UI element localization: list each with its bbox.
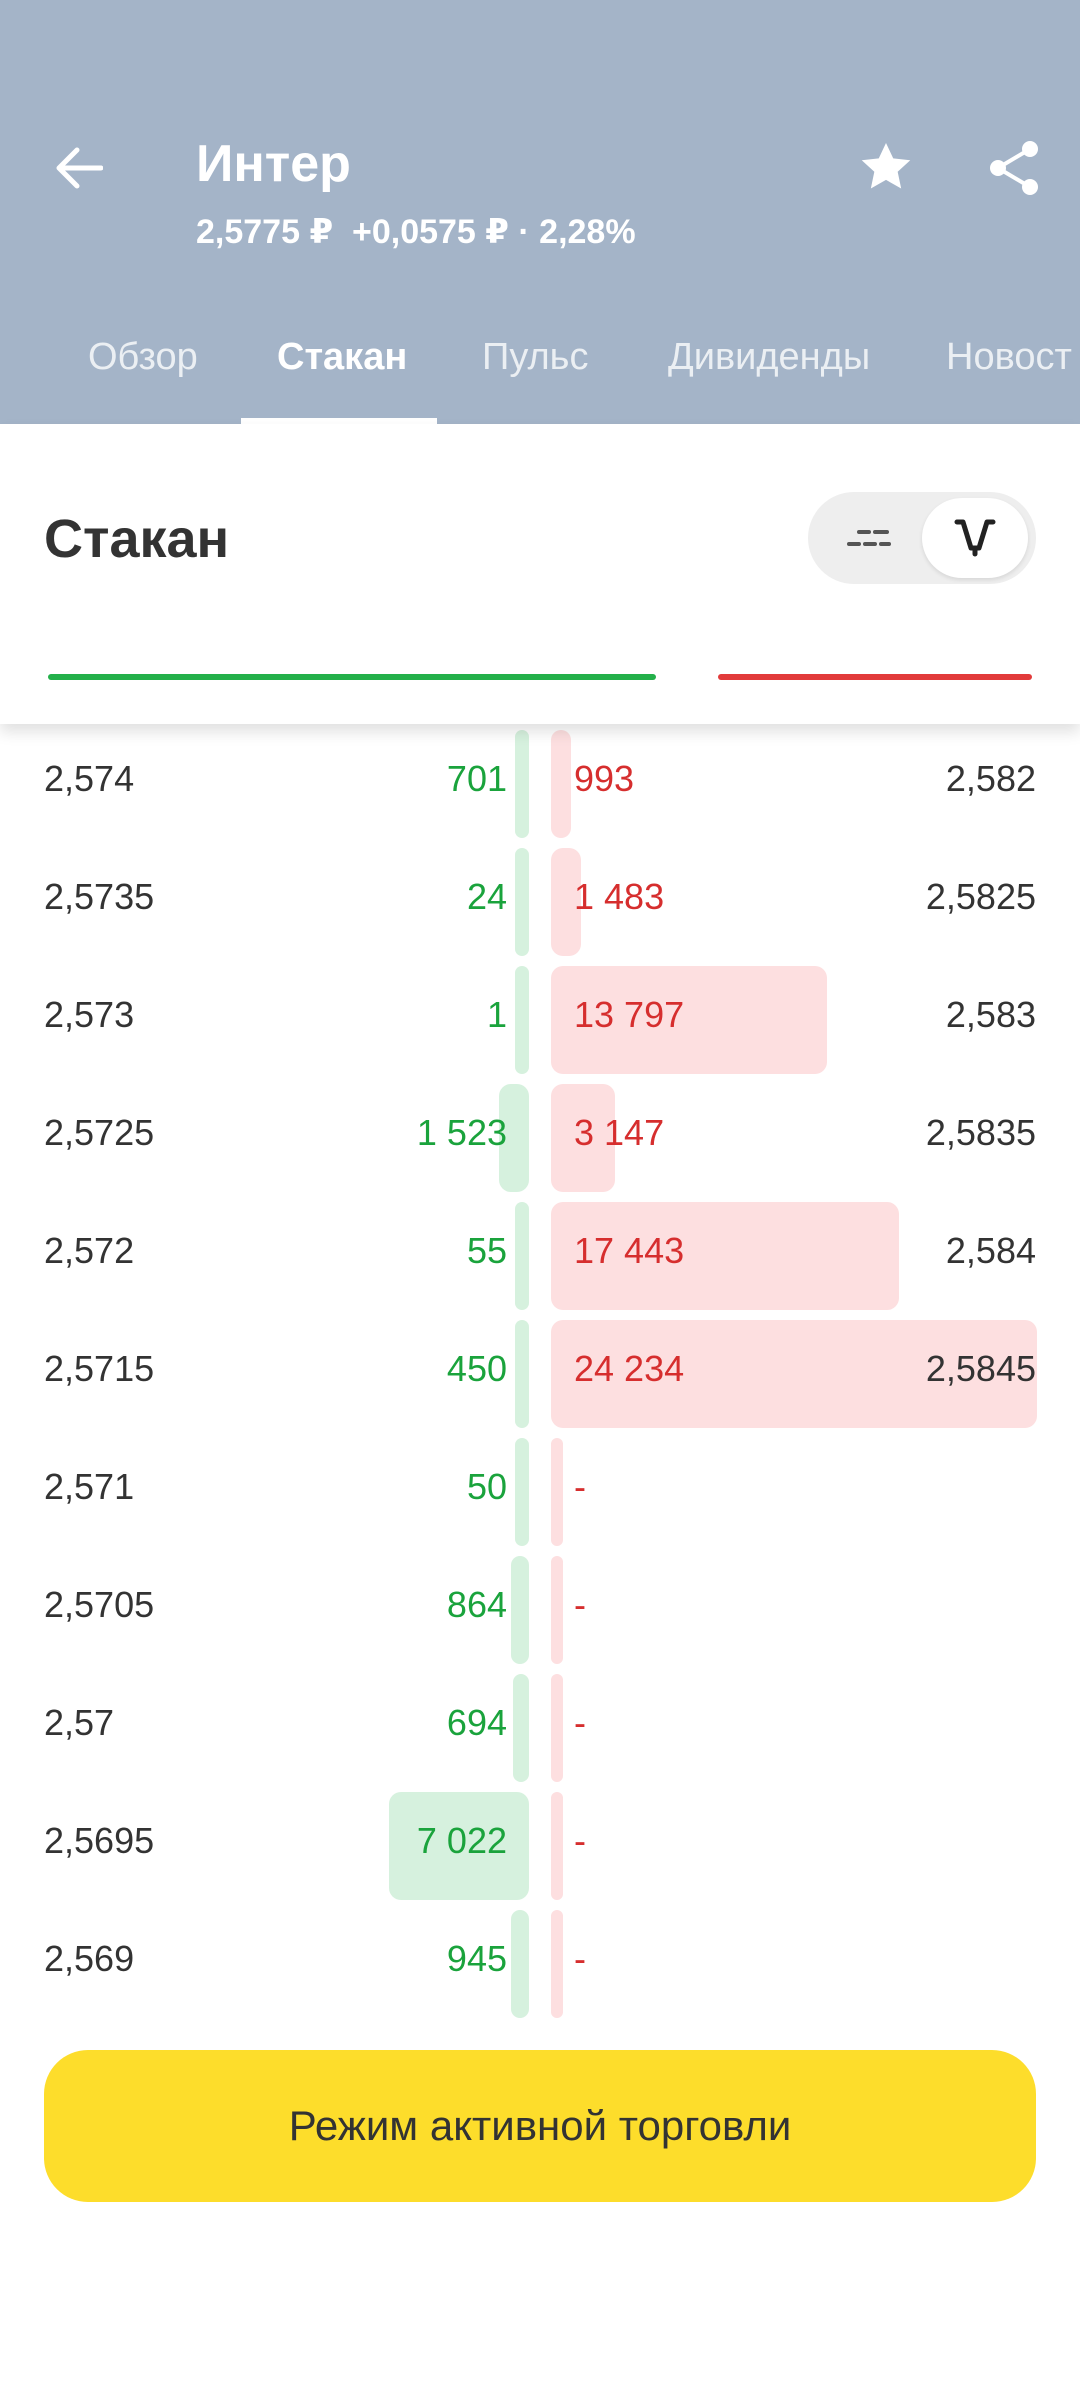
ask-quantity: 1 483: [574, 876, 665, 917]
ask-quantity: -: [574, 1702, 586, 1743]
bid-quantity: 864: [446, 1584, 507, 1625]
price-change-summary: 2,5775 ₽ +0,0575 ₽ · 2,28%: [196, 213, 636, 251]
bid-depth-bar: [515, 730, 529, 838]
section-title: Стакан: [44, 509, 230, 569]
ask-quantity: -: [574, 1820, 586, 1861]
bid-depth-bar: [515, 1438, 529, 1546]
ask-depth-bar: [551, 1674, 563, 1782]
bid-price: 2,573: [44, 994, 135, 1035]
ask-price: 2,5845: [925, 1348, 1036, 1389]
back-button[interactable]: [40, 130, 116, 206]
bid-price: 2,5705: [44, 1584, 155, 1625]
ask-price: 2,5835: [925, 1112, 1036, 1153]
bid-volume-bar: [48, 674, 656, 680]
tab-bar: Обзор Стакан Пульс Дивиденды Новост: [0, 318, 1080, 424]
bid-price: 2,5715: [44, 1348, 155, 1389]
order-book-section-header: Стакан: [0, 424, 1080, 724]
ask-depth-bar: [551, 1438, 563, 1546]
app-header: Интер 2,5775 ₽ +0,0575 ₽ · 2,28% Обзор С…: [0, 0, 1080, 424]
order-book: 2,574 701 993 2,582 2,5735 24 1 483 2,58…: [0, 700, 1080, 2042]
ask-quantity: -: [574, 1584, 586, 1625]
active-trading-mode-button[interactable]: Режим активной торговли: [44, 2050, 1036, 2202]
ask-quantity: -: [574, 1466, 586, 1507]
view-mode-list-option[interactable]: [814, 492, 924, 584]
order-book-row[interactable]: 2,573 1 13 797 2,583: [0, 956, 1080, 1074]
order-book-row[interactable]: 2,571 50 -: [0, 1428, 1080, 1546]
order-book-row[interactable]: 2,5695 7 022 -: [0, 1782, 1080, 1900]
bid-quantity: 7 022: [416, 1820, 507, 1861]
bid-price: 2,5695: [44, 1820, 155, 1861]
bid-price: 2,572: [44, 1230, 135, 1271]
view-mode-depth-option[interactable]: [922, 498, 1028, 578]
bid-quantity: 55: [466, 1230, 507, 1271]
list-view-icon: [847, 530, 891, 546]
ask-price: 2,584: [945, 1230, 1036, 1271]
bid-price: 2,5735: [44, 876, 155, 917]
bid-price: 2,574: [44, 758, 135, 799]
ask-depth-bar: [551, 730, 571, 838]
bid-depth-bar: [511, 1556, 529, 1664]
bid-depth-bar: [515, 1202, 529, 1310]
order-book-row[interactable]: 2,572 55 17 443 2,584: [0, 1192, 1080, 1310]
share-button[interactable]: [974, 128, 1054, 208]
star-icon: [861, 143, 911, 189]
ask-price: 2,583: [945, 994, 1036, 1035]
tab-order-book[interactable]: Стакан: [277, 336, 407, 379]
ask-quantity: 993: [574, 758, 635, 799]
view-mode-toggle: [808, 492, 1036, 584]
bid-depth-bar: [515, 966, 529, 1074]
instrument-title: Интер: [196, 135, 351, 193]
bid-depth-bar: [513, 1674, 529, 1782]
ask-price: 2,5825: [925, 876, 1036, 917]
tab-overview[interactable]: Обзор: [88, 336, 198, 379]
ask-quantity: 3 147: [574, 1112, 665, 1153]
bid-price: 2,569: [44, 1938, 135, 1979]
bid-price: 2,57: [44, 1702, 115, 1743]
bid-quantity: 450: [446, 1348, 507, 1389]
ask-quantity: 17 443: [574, 1230, 685, 1271]
ask-depth-bar: [551, 1792, 563, 1900]
depth-chart-icon: [954, 519, 996, 557]
bid-depth-bar: [511, 1910, 529, 2018]
bid-quantity: 50: [466, 1466, 507, 1507]
bid-depth-bar: [515, 848, 529, 956]
bid-quantity: 945: [446, 1938, 507, 1979]
ask-depth-bar: [551, 1910, 563, 2018]
ask-price: 2,582: [945, 758, 1036, 799]
order-book-row[interactable]: 2,569 945 -: [0, 1900, 1080, 2018]
ask-quantity: -: [574, 1938, 586, 1979]
tab-dividends[interactable]: Дивиденды: [668, 336, 870, 379]
ask-depth-bar: [551, 1556, 563, 1664]
share-icon: [990, 141, 1038, 195]
bid-quantity: 701: [446, 758, 507, 799]
arrow-left-icon: [56, 147, 103, 189]
tab-news[interactable]: Новост: [946, 336, 1072, 379]
order-book-row[interactable]: 2,5715 450 24 234 2,5845: [0, 1310, 1080, 1428]
order-book-row[interactable]: 2,5705 864 -: [0, 1546, 1080, 1664]
bid-depth-bar: [515, 1320, 529, 1428]
bid-quantity: 1 523: [416, 1112, 507, 1153]
bid-price: 2,5725: [44, 1112, 155, 1153]
ask-quantity: 13 797: [574, 994, 685, 1035]
order-book-row[interactable]: 2,5735 24 1 483 2,5825: [0, 838, 1080, 956]
order-book-row[interactable]: 2,574 701 993 2,582: [0, 720, 1080, 838]
bid-quantity: 1: [486, 994, 507, 1035]
bid-quantity: 694: [446, 1702, 507, 1743]
order-book-row[interactable]: 2,5725 1 523 3 147 2,5835: [0, 1074, 1080, 1192]
bid-price: 2,571: [44, 1466, 135, 1507]
tab-pulse[interactable]: Пульс: [482, 336, 588, 379]
ask-volume-bar: [718, 674, 1032, 680]
bid-quantity: 24: [466, 876, 507, 917]
order-book-row[interactable]: 2,57 694 -: [0, 1664, 1080, 1782]
ask-quantity: 24 234: [574, 1348, 685, 1389]
favorite-button[interactable]: [846, 128, 926, 208]
